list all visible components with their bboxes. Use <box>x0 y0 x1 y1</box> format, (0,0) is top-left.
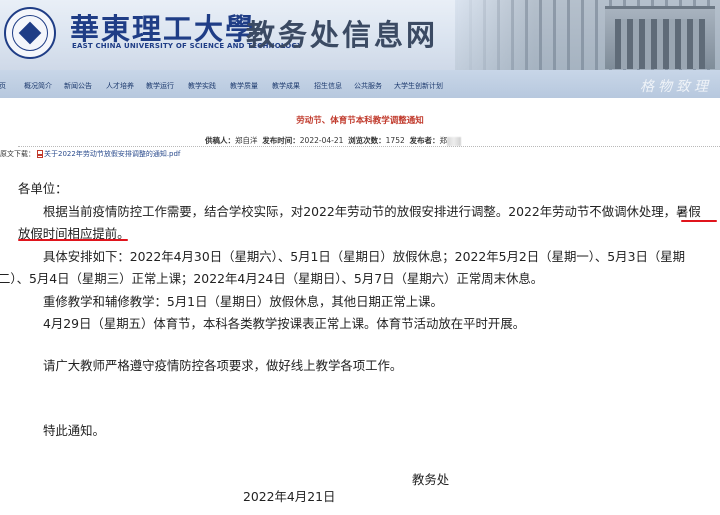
greeting: 各单位： <box>18 181 68 196</box>
site-title: 教务处信息网 <box>246 18 439 52</box>
date-value: 2022-04-21 <box>299 136 344 145</box>
nav-item-talent[interactable]: 人才培养 <box>106 81 134 91</box>
nav-item-admissions[interactable]: 招生信息 <box>314 81 342 91</box>
campus-photo <box>455 0 720 70</box>
red-underline-2 <box>18 239 128 241</box>
nav-item-practice[interactable]: 教学实践 <box>188 81 216 91</box>
attachment-label: 原文下载： <box>0 150 35 158</box>
attachment-link[interactable]: 关于2022年劳动节放假安排调整的通知.pdf <box>44 150 180 158</box>
article-meta: 供稿人：郑自洋 发布时间：2022-04-21 浏览次数：1752 发布者：郑 <box>205 135 462 146</box>
para3: 重修教学和辅修教学：5月1日（星期日）放假休息，其他日期正常上课。 <box>43 293 443 309</box>
publisher-value: 郑 <box>439 136 448 145</box>
redacted-blur <box>447 136 462 146</box>
para2-line2: 二）、5月4日（星期三）正常上课；2022年4月24日（星期日）、5月7日（星期… <box>0 271 544 286</box>
date-label: 发布时间： <box>262 136 300 145</box>
nav-item-quality[interactable]: 教学质量 <box>230 81 258 91</box>
para4: 4月29日（星期五）体育节，本科各类教学按课表正常上课。体育节活动放在平时开展。 <box>43 316 526 331</box>
publisher-label: 发布者： <box>409 136 440 145</box>
nav-item-overview[interactable]: 概况简介 <box>24 81 52 91</box>
main-nav: 首页 概况简介 新闻公告 人才培养 教学运行 教学实践 教学质量 教学成果 招生… <box>0 70 720 99</box>
attachment-row: 原文下载： 关于2022年劳动节放假安排调整的通知.pdf <box>0 149 180 159</box>
para1-line1: 根据当前疫情防控工作需要，结合学校实际，对2022年劳动节的放假安排进行调整。2… <box>43 201 701 224</box>
nav-item-innovation[interactable]: 大学生创新计划 <box>394 81 443 91</box>
sign-date: 2022年4月21日 <box>243 489 336 504</box>
author-label: 供稿人： <box>205 136 235 145</box>
article-title: 劳动节、体育节本科教学调整通知 <box>296 116 424 126</box>
university-seal-logo[interactable] <box>4 7 56 59</box>
author-value: 郑自洋 <box>235 136 258 145</box>
signature: 教务处 <box>412 472 450 487</box>
nav-item-news[interactable]: 新闻公告 <box>64 81 92 91</box>
para2-line1: 具体安排如下：2022年4月30日（星期六）、5月1日（星期日）放假休息；202… <box>43 248 686 264</box>
meta-divider <box>18 146 720 147</box>
nav-item-home[interactable]: 首页 <box>0 81 6 91</box>
nav-item-achievements[interactable]: 教学成果 <box>272 81 300 91</box>
para1-line2: 放假时间相应提前。 <box>18 226 130 241</box>
para1-text: 根据当前疫情防控工作需要，结合学校实际，对2022年劳动节的放假安排进行调整。2… <box>43 203 677 219</box>
motto-watermark: 格物致理 <box>640 79 712 95</box>
views-label: 浏览次数： <box>348 136 386 145</box>
nav-item-operation[interactable]: 教学运行 <box>146 81 174 91</box>
red-underline-1 <box>681 220 717 222</box>
nav-item-services[interactable]: 公共服务 <box>354 81 382 91</box>
closing: 特此通知。 <box>43 423 105 438</box>
site-header-banner: 華東理工大學 EAST CHINA UNIVERSITY OF SCIENCE … <box>0 0 720 70</box>
highlight-summer: 暑假 <box>676 203 701 219</box>
pdf-file-icon <box>37 150 43 158</box>
article-container: 劳动节、体育节本科教学调整通知 供稿人：郑自洋 发布时间：2022-04-21 … <box>0 98 720 515</box>
views-value: 1752 <box>385 136 405 145</box>
para5: 请广大教师严格遵守疫情防控各项要求，做好线上教学各项工作。 <box>43 358 403 373</box>
